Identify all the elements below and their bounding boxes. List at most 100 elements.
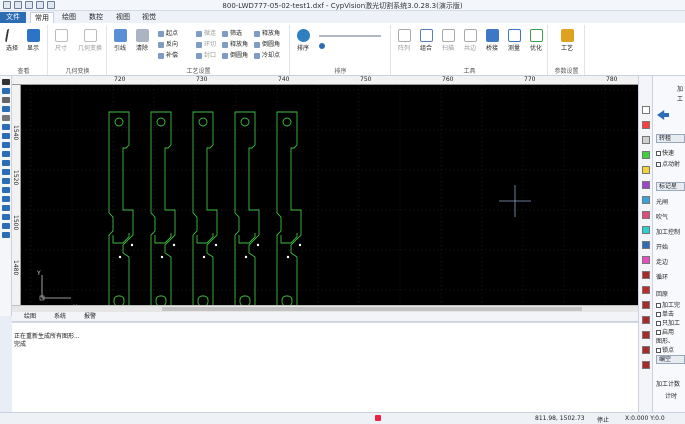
layer-swatch[interactable]: [642, 256, 650, 264]
measure-button[interactable]: 测量: [504, 27, 524, 52]
part-outline[interactable]: [108, 111, 134, 305]
layer-swatch[interactable]: [642, 196, 650, 204]
layer-swatch[interactable]: [642, 106, 650, 114]
start-button[interactable]: 开始: [656, 242, 668, 251]
pointcut-checkbox[interactable]: 点动射: [656, 159, 680, 168]
polygon-tool-icon[interactable]: [2, 178, 10, 184]
horizontal-scrollbar[interactable]: [12, 305, 638, 312]
tab-drawing[interactable]: 绘图: [14, 312, 36, 322]
layer-swatch[interactable]: [642, 301, 650, 309]
point-tool-icon[interactable]: [2, 214, 10, 220]
finish-checkbox[interactable]: 加工完: [656, 300, 680, 309]
arc-tool-icon[interactable]: [2, 151, 10, 157]
layer-swatch[interactable]: [642, 361, 650, 369]
combine-button[interactable]: 组合: [416, 27, 436, 52]
geo-transform-button[interactable]: 几何变换: [76, 27, 104, 52]
drawing-canvas[interactable]: Y X: [21, 85, 638, 305]
tab-view[interactable]: 视图: [112, 12, 134, 23]
scan-button[interactable]: 扫描: [438, 27, 458, 52]
line-tool-icon[interactable]: [2, 124, 10, 130]
rect-tool-icon[interactable]: [2, 160, 10, 166]
cooling-point-button[interactable]: 冷却点: [254, 51, 280, 60]
pointer-tool-icon[interactable]: [2, 79, 10, 85]
chamfer-button[interactable]: 倒圆角: [222, 51, 248, 60]
start-point-button[interactable]: 起点: [158, 29, 178, 38]
walk-border-button[interactable]: 走边: [656, 257, 668, 266]
reverse-panel-button[interactable]: 转租: [656, 134, 685, 143]
fast-checkbox[interactable]: 快速: [656, 148, 674, 157]
reverse-button[interactable]: 反向: [158, 40, 178, 49]
tab-vision[interactable]: 视觉: [138, 12, 160, 23]
loop-button[interactable]: 循环: [656, 272, 668, 281]
layer-swatch[interactable]: [642, 136, 650, 144]
gear-tool-icon[interactable]: [2, 232, 10, 238]
common-edge-button[interactable]: 共边: [460, 27, 480, 52]
circle-tool-icon[interactable]: [2, 142, 10, 148]
ring-cut-button[interactable]: 环切: [196, 40, 216, 49]
panel-tab-label[interactable]: 加: [677, 84, 683, 93]
tab-draw[interactable]: 绘图: [58, 12, 80, 23]
tab-nc[interactable]: 数控: [85, 12, 107, 23]
exit-button[interactable]: 编空: [656, 355, 685, 364]
layer-swatch[interactable]: [642, 121, 650, 129]
mark-button[interactable]: 标记星: [656, 182, 685, 191]
layer-swatch[interactable]: [642, 271, 650, 279]
layer-swatch[interactable]: [642, 286, 650, 294]
laser-button[interactable]: 光闸: [656, 197, 668, 206]
layer-swatch[interactable]: [642, 241, 650, 249]
text-tool-icon[interactable]: [2, 196, 10, 202]
tab-file[interactable]: 文件: [0, 12, 26, 23]
node-tool-icon[interactable]: [2, 88, 10, 94]
tab-alarm[interactable]: 报警: [74, 312, 96, 322]
pan-tool-icon[interactable]: [2, 97, 10, 103]
clear-button[interactable]: 清除: [132, 27, 152, 52]
panel-tab-label[interactable]: 工: [677, 94, 683, 103]
camera-tool-icon[interactable]: [2, 223, 10, 229]
blow-button[interactable]: 吹气: [656, 212, 668, 221]
micro-joint-button[interactable]: 微连: [196, 29, 216, 38]
part-outline[interactable]: [192, 111, 218, 305]
lock-checkbox[interactable]: 锁点: [656, 345, 674, 354]
array-button[interactable]: 阵列: [394, 27, 414, 52]
tab-system[interactable]: 系统: [44, 312, 66, 322]
enable-checkbox[interactable]: 启用: [656, 327, 674, 336]
part-outline[interactable]: [276, 111, 302, 305]
sort-slider[interactable]: [319, 35, 381, 37]
layer-swatch[interactable]: [642, 166, 650, 174]
round-corner-button[interactable]: 倒圆角: [254, 40, 280, 49]
process-button[interactable]: 工艺: [557, 27, 577, 52]
parts-group[interactable]: [108, 111, 302, 305]
release-angle-button[interactable]: 释放角: [222, 40, 248, 49]
zoom-tool-icon[interactable]: [2, 106, 10, 112]
layer-swatch[interactable]: [642, 331, 650, 339]
layer-swatch[interactable]: [642, 151, 650, 159]
tab-common[interactable]: 常用: [30, 12, 54, 23]
compensate-button[interactable]: 补偿: [158, 51, 178, 60]
ellipse-tool-icon[interactable]: [2, 169, 10, 175]
layer-swatch[interactable]: [642, 316, 650, 324]
select-button[interactable]: 选择: [2, 27, 22, 52]
part-outline[interactable]: [150, 111, 176, 305]
display-button[interactable]: 显示: [23, 27, 43, 52]
unseal-button[interactable]: 封口: [196, 51, 216, 60]
layer-swatch[interactable]: [642, 346, 650, 354]
part-outline[interactable]: [234, 111, 260, 305]
size-button[interactable]: 尺寸: [51, 27, 71, 52]
star-tool-icon[interactable]: [2, 187, 10, 193]
scroll-thumb[interactable]: [162, 307, 582, 311]
release-corner-button[interactable]: 释放角: [254, 29, 280, 38]
image-tool-icon[interactable]: [2, 205, 10, 211]
bridge-button[interactable]: 桥接: [482, 27, 502, 52]
cad-drawing[interactable]: Y X: [21, 85, 638, 305]
layer-swatch[interactable]: [642, 226, 650, 234]
polyline-tool-icon[interactable]: [2, 133, 10, 139]
filter-button[interactable]: 筛选: [222, 29, 242, 38]
arrow-left-icon[interactable]: [657, 110, 669, 120]
measure-tool-icon[interactable]: [2, 115, 10, 121]
sort-button[interactable]: 排序: [293, 27, 313, 52]
layer-swatch[interactable]: [642, 181, 650, 189]
lead-button[interactable]: 引线: [110, 27, 130, 52]
single-checkbox[interactable]: 单击: [656, 309, 674, 318]
return-origin-button[interactable]: 回原: [656, 289, 668, 298]
only-checkbox[interactable]: 只加工: [656, 318, 680, 327]
